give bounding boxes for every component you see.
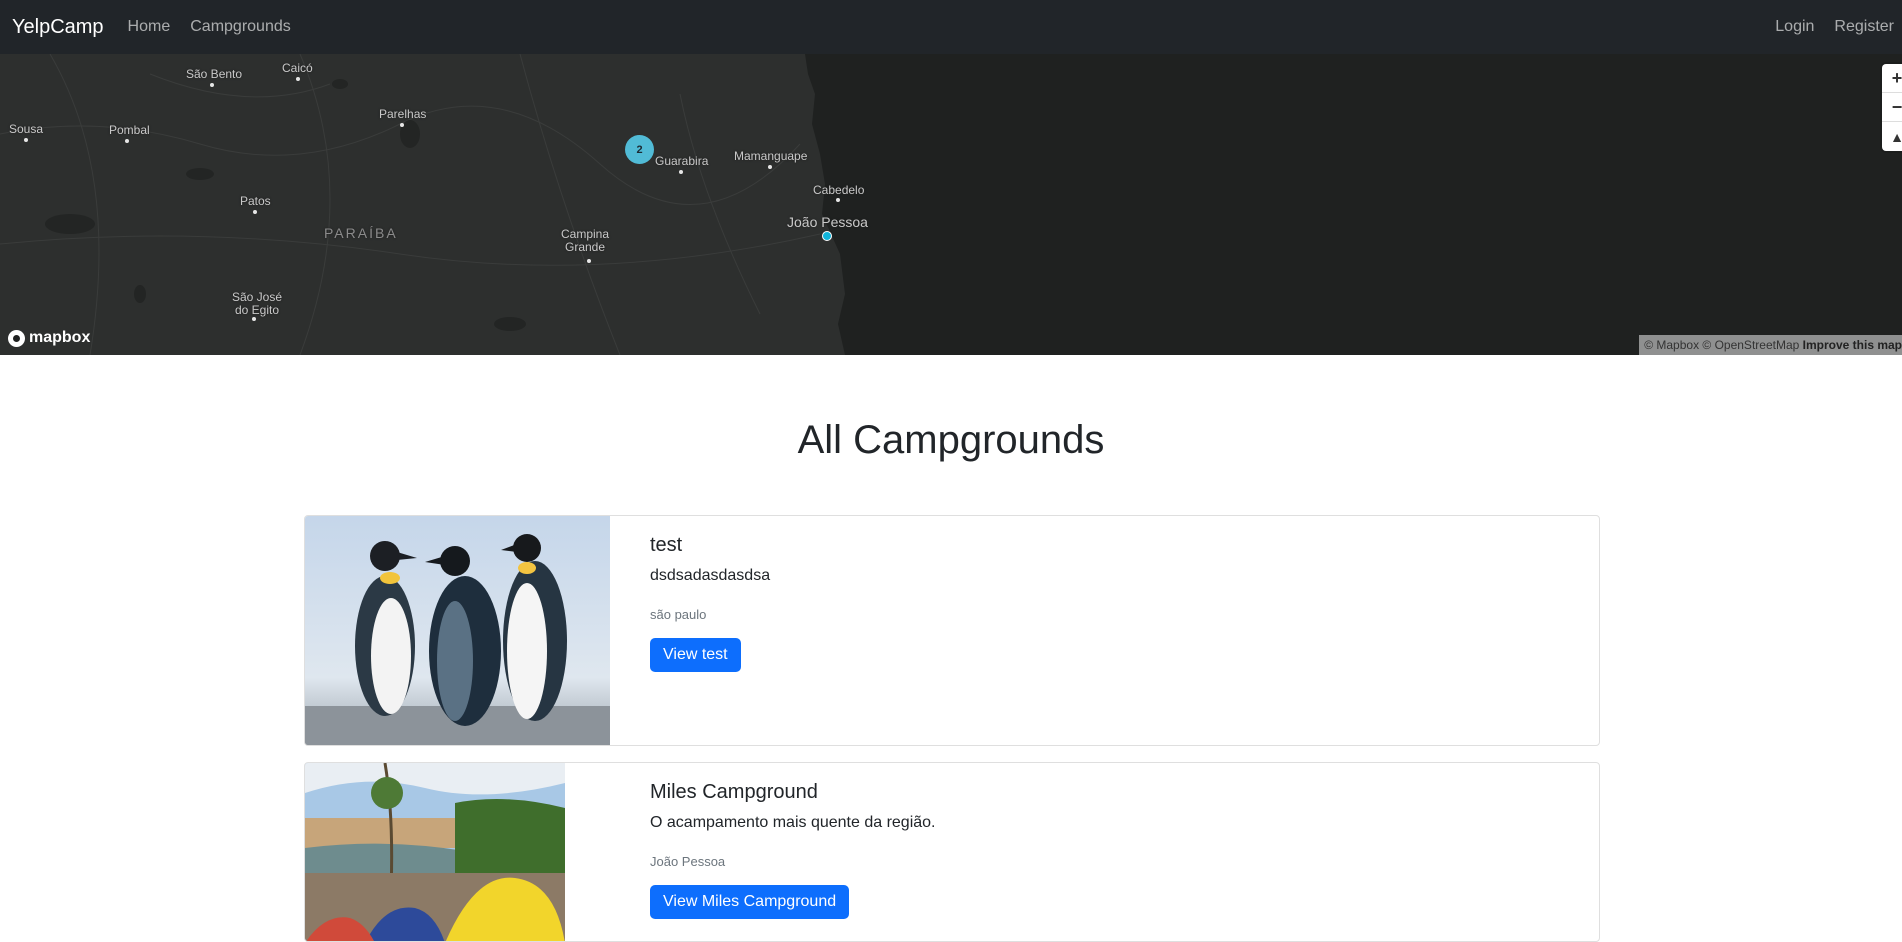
mapbox-logo-text: mapbox (29, 329, 91, 346)
map-label-paraiba: PARAÍBA (324, 225, 398, 241)
campground-image (305, 516, 610, 745)
improve-map-link[interactable]: Improve this map (1803, 338, 1902, 352)
map-label-guarabira: Guarabira (655, 154, 709, 168)
cluster-map[interactable]: São Bento Caicó Sousa Pombal Parelhas Gu… (0, 54, 1902, 355)
card-body: test dsdsadasdasdsa são paulo View test (650, 534, 770, 672)
campground-location: João Pessoa (650, 854, 726, 869)
map-label-pombal: Pombal (109, 123, 150, 137)
map-city-dot (768, 165, 772, 169)
mapbox-logo-icon (8, 329, 25, 347)
map-campground-point[interactable] (822, 231, 832, 241)
compass-button[interactable]: ▲ (1882, 122, 1902, 151)
view-campground-button[interactable]: View test (650, 638, 741, 672)
map-label-sousa: Sousa (9, 122, 44, 136)
map-city-dot (679, 170, 683, 174)
navbar: YelpCamp Home Campgrounds Login Register (0, 0, 1902, 54)
nav-login-link[interactable]: Login (1775, 18, 1814, 36)
nav-home-link[interactable]: Home (128, 18, 171, 36)
map-city-dot (253, 210, 257, 214)
zoom-in-button[interactable]: + (1882, 64, 1902, 93)
map-city-dot (252, 317, 256, 321)
map-label-parelhas: Parelhas (379, 107, 427, 121)
map-navigation-control: + − ▲ (1882, 64, 1902, 151)
attribution-text: © Mapbox © OpenStreetMap (1644, 338, 1800, 352)
map-attribution: © Mapbox © OpenStreetMap Improve this ma… (1639, 335, 1902, 355)
campground-card: Miles Campground O acampamento mais quen… (304, 762, 1600, 942)
map-terrain (0, 54, 845, 355)
brand-link[interactable]: YelpCamp (12, 16, 104, 39)
map-label-mamanguape: Mamanguape (734, 149, 808, 163)
campground-description: O acampamento mais quente da região. (650, 814, 936, 831)
map-city-dot (296, 77, 300, 81)
nav-register-link[interactable]: Register (1834, 18, 1894, 36)
card-body: Miles Campground O acampamento mais quen… (650, 781, 936, 919)
map-label-caico: Caicó (282, 61, 313, 75)
campground-location: são paulo (650, 607, 707, 622)
map-city-dot (125, 139, 129, 143)
map-city-dot (836, 198, 840, 202)
campground-image (305, 763, 565, 941)
map-cluster-marker[interactable]: 2 (625, 135, 654, 164)
map-label-cabedelo: Cabedelo (813, 183, 865, 197)
map-city-dot (400, 123, 404, 127)
map-city-dot (210, 83, 214, 87)
view-campground-button[interactable]: View Miles Campground (650, 885, 850, 919)
zoom-out-button[interactable]: − (1882, 93, 1902, 122)
map-label-patos: Patos (240, 194, 271, 208)
mapbox-logo[interactable]: mapbox (8, 329, 90, 347)
campground-title: Miles Campground (650, 781, 818, 803)
nav-right: Login Register (1775, 18, 1902, 36)
campground-card: test dsdsadasdasdsa são paulo View test (304, 515, 1600, 746)
nav-campgrounds-link[interactable]: Campgrounds (190, 18, 291, 36)
map-city-dot (587, 259, 591, 263)
map-label-sao-bento: São Bento (186, 67, 243, 81)
map-label-joao-pessoa: João Pessoa (787, 214, 868, 230)
map-city-dot (24, 138, 28, 142)
map-label-sao-jose-do-egito: São José do Egito (232, 290, 283, 317)
page-title: All Campgrounds (797, 418, 1105, 462)
map-label-campina-grande: Campina Grande (561, 227, 610, 254)
campground-description: dsdsadasdasdsa (650, 567, 771, 584)
campground-title: test (650, 534, 683, 556)
